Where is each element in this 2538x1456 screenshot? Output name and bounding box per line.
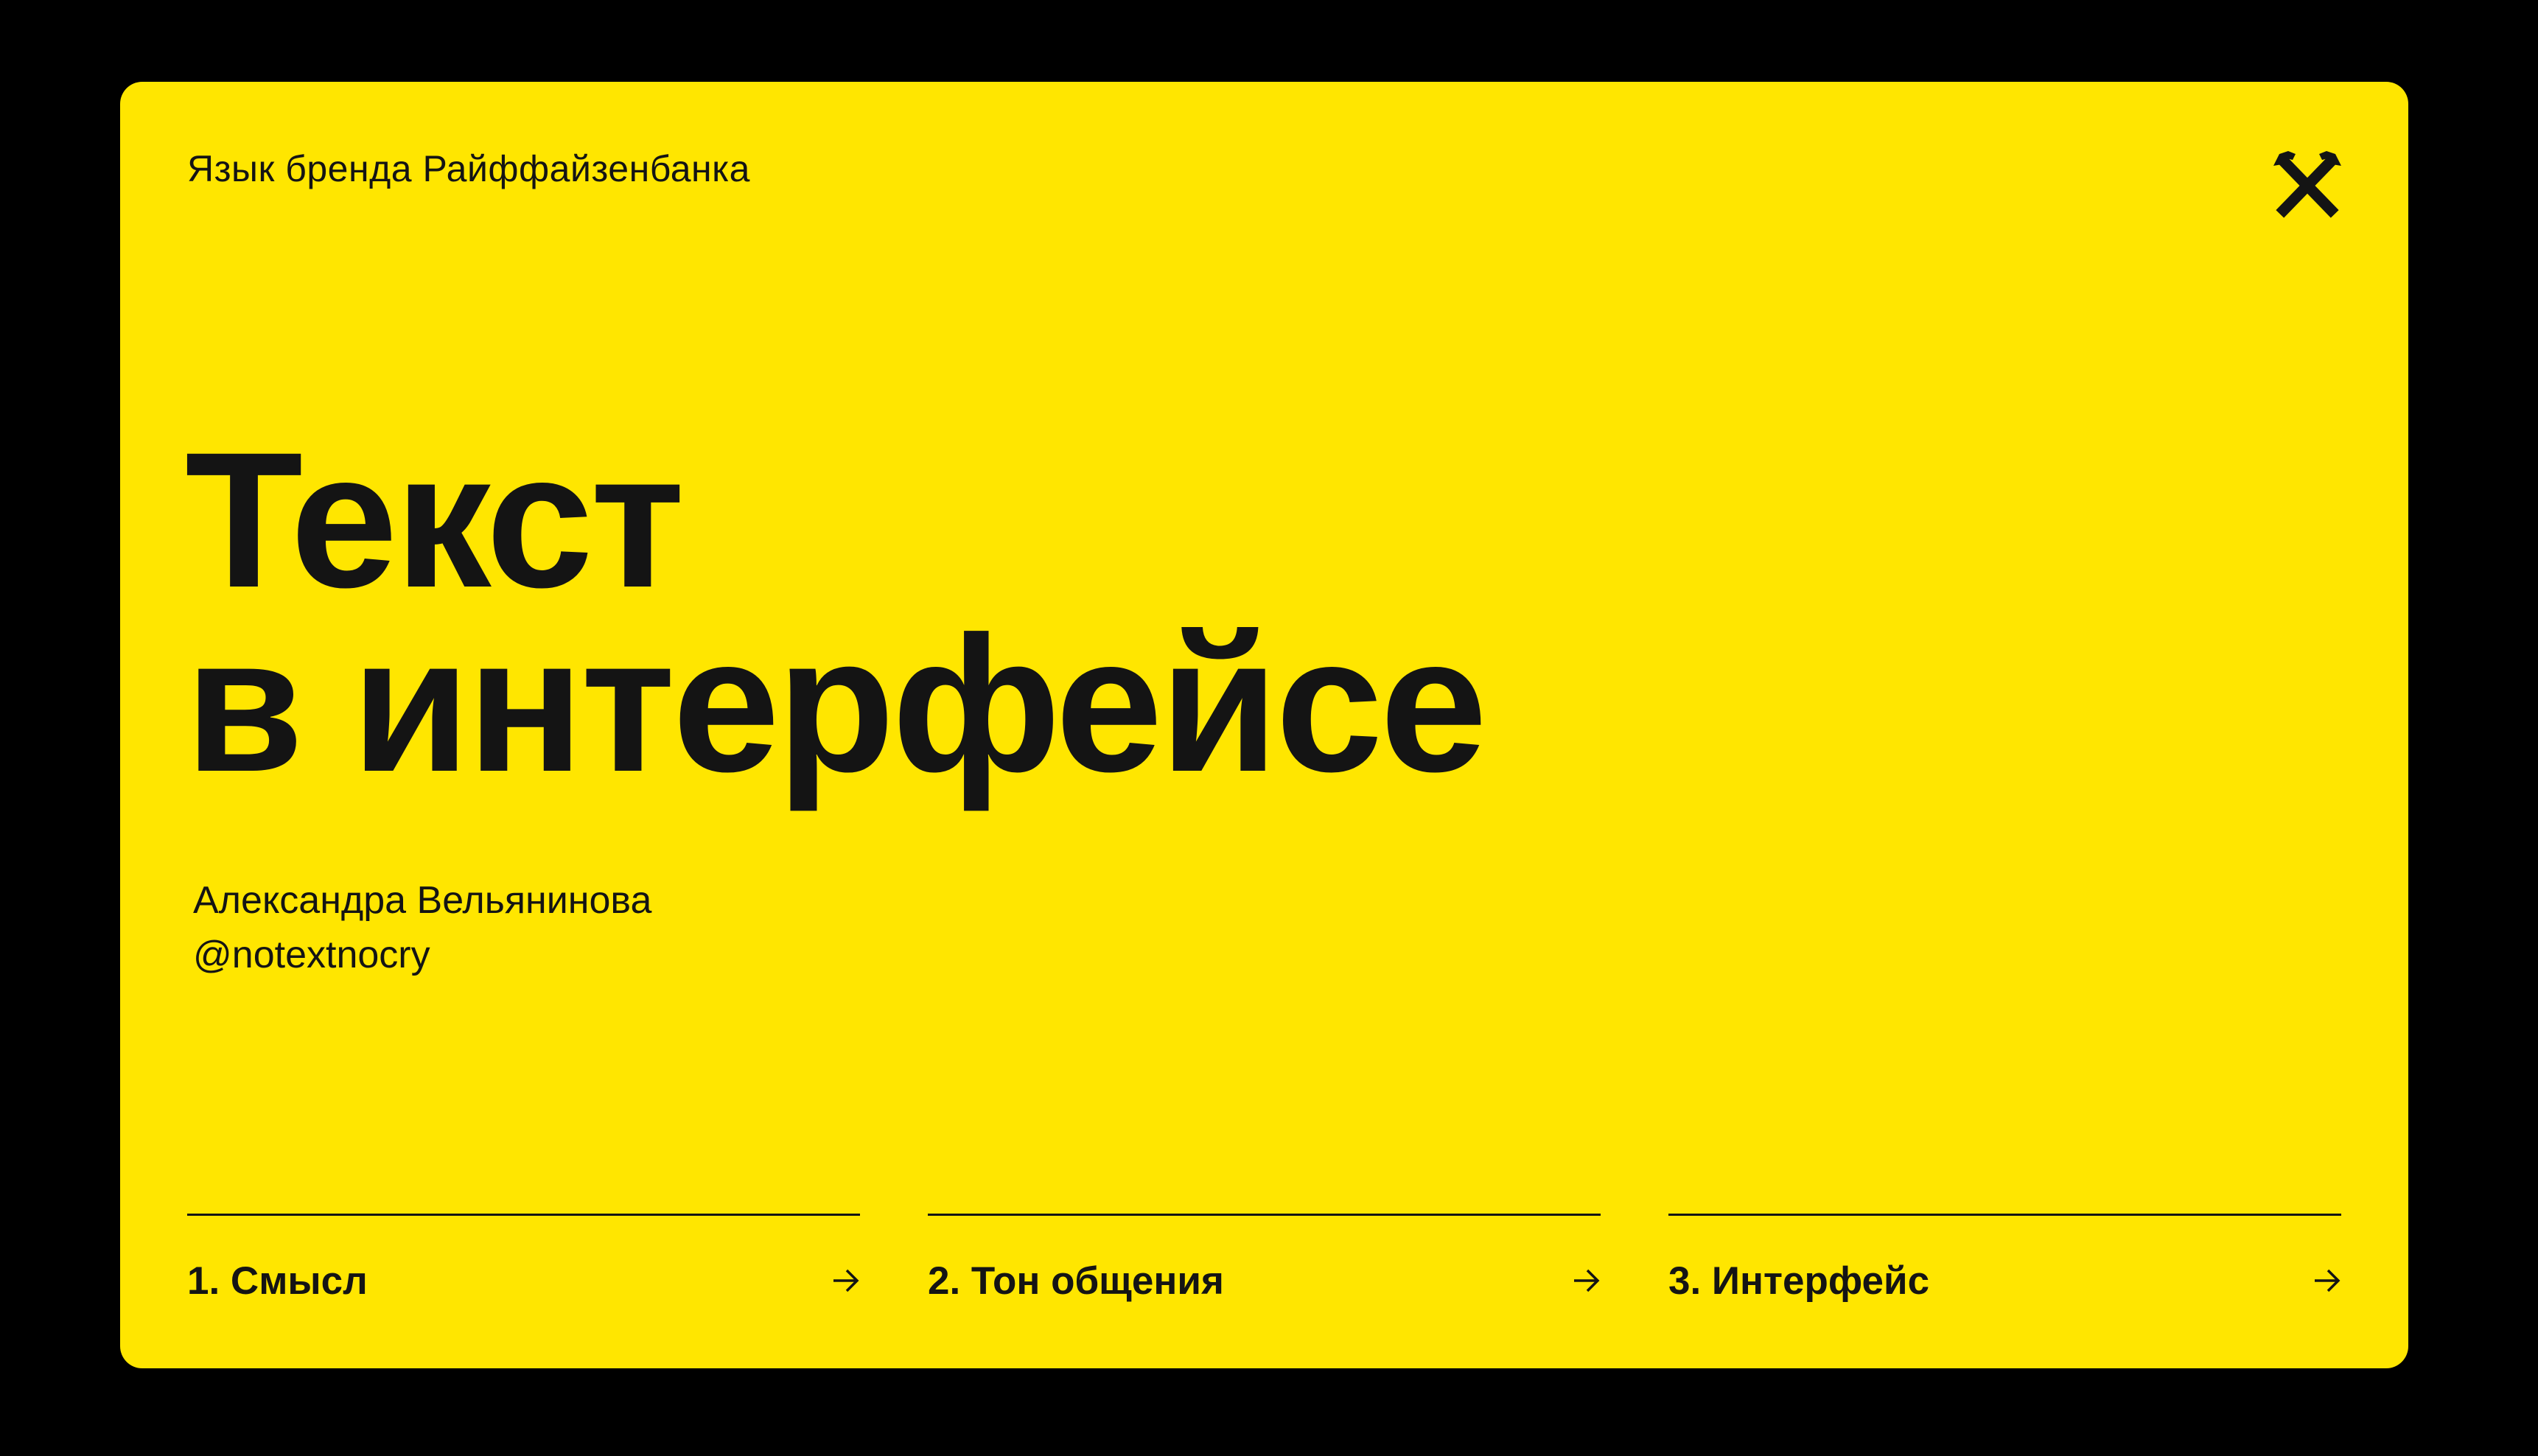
arrow-right-icon xyxy=(2313,1266,2341,1295)
slide-card: Язык бренда Райффайзенбанка Текст в инте… xyxy=(120,82,2408,1368)
raiffeisen-logo-icon xyxy=(2270,147,2344,220)
author-name: Александра Вельянинова xyxy=(193,879,652,922)
nav-item-interface[interactable]: 3. Интерфейс xyxy=(1668,1214,2341,1326)
author-block: Александра Вельянинова @notextnocry xyxy=(193,873,651,982)
slide-title: Текст в интерфейсе xyxy=(185,412,1487,812)
author-handle: @notextnocry xyxy=(193,934,430,976)
arrow-right-icon xyxy=(832,1266,860,1295)
nav-item-meaning[interactable]: 1. Смысл xyxy=(187,1214,860,1326)
nav-item-label: 3. Интерфейс xyxy=(1668,1259,1930,1303)
nav-item-label: 1. Смысл xyxy=(187,1259,368,1303)
title-line-2: в интерфейсе xyxy=(185,596,1487,812)
brand-line: Язык бренда Райффайзенбанка xyxy=(187,148,750,189)
crossed-horses-icon xyxy=(2273,151,2341,218)
arrow-right-icon xyxy=(1573,1266,1601,1295)
nav-item-label: 2. Тон общения xyxy=(928,1259,1224,1303)
title-line-1: Текст xyxy=(185,412,685,628)
nav-item-tone[interactable]: 2. Тон общения xyxy=(928,1214,1601,1326)
